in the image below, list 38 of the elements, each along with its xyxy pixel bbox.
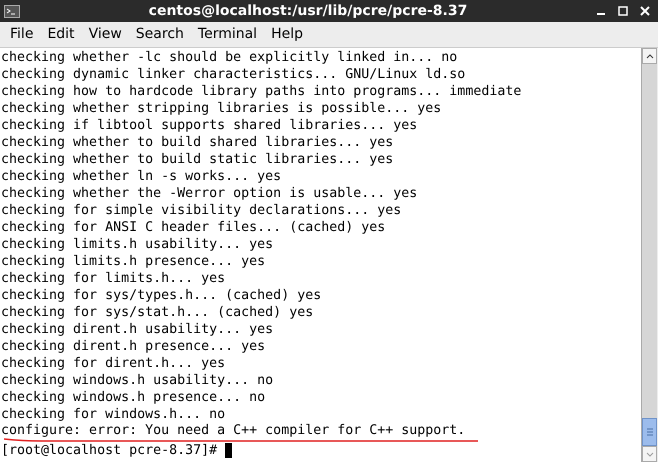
error-line: configure: error: You need a C++ compiler for C++ support. bbox=[1, 423, 466, 438]
output-line: checking limits.h usability... yes bbox=[1, 236, 274, 253]
output-line: checking whether the -Werror option is usable... yes bbox=[1, 185, 418, 202]
window-title: centos@localhost:/usr/lib/pcre/pcre-8.37 bbox=[148, 2, 468, 20]
output-line: checking if libtool supports shared libraries... yes bbox=[1, 117, 418, 134]
maximize-icon[interactable] bbox=[618, 6, 628, 16]
output-line: checking windows.h presence... no bbox=[1, 389, 266, 406]
menu-item[interactable]: File bbox=[3, 24, 40, 45]
scroll-up-icon[interactable] bbox=[642, 48, 657, 64]
output-line: checking whether to build shared libraries... yes bbox=[1, 134, 394, 151]
menu-item[interactable]: Edit bbox=[40, 24, 82, 45]
scrollbar[interactable] bbox=[641, 48, 657, 462]
shell-prompt: [root@localhost pcre-8.37]# bbox=[1, 442, 218, 459]
output-line: checking for sys/types.h... (cached) yes bbox=[1, 287, 322, 304]
output-line: checking whether stripping libraries is possible... yes bbox=[1, 100, 442, 117]
output-line: checking for sys/stat.h... (cached) yes bbox=[1, 304, 314, 321]
output-line: checking limits.h presence... yes bbox=[1, 253, 266, 270]
output-line: checking dynamic linker characteristics... GNU/Linux ld.so bbox=[1, 66, 466, 83]
output-line: checking for simple visibility declarations... yes bbox=[1, 202, 402, 219]
output-line: checking how to hardcode library paths into programs... immediate bbox=[1, 83, 522, 100]
terminal-icon bbox=[4, 4, 20, 18]
output-line: checking for ANSI C header files... (cached) yes bbox=[1, 219, 386, 236]
output-line: checking for limits.h... yes bbox=[1, 270, 226, 287]
scroll-thumb[interactable] bbox=[642, 418, 657, 446]
output-line: checking whether -lc should be explicitly linked in... no bbox=[1, 49, 458, 66]
output-line: checking for dirent.h... yes bbox=[1, 355, 226, 372]
text-cursor bbox=[225, 443, 232, 458]
output-line: checking whether to build static libraries... yes bbox=[1, 151, 394, 168]
output-line: checking windows.h usability... no bbox=[1, 372, 274, 389]
output-line: checking for windows.h... no bbox=[1, 406, 226, 423]
menu-item[interactable]: Terminal bbox=[190, 24, 264, 45]
output-line: checking whether ln -s works... yes bbox=[1, 168, 282, 185]
menu-item[interactable]: Search bbox=[128, 24, 191, 45]
output-line: checking dirent.h presence... yes bbox=[1, 338, 266, 355]
output-line: checking dirent.h usability... yes bbox=[1, 321, 274, 338]
menu-item[interactable]: Help bbox=[264, 24, 310, 45]
menu-item[interactable]: View bbox=[82, 24, 129, 45]
close-icon[interactable] bbox=[640, 6, 650, 16]
